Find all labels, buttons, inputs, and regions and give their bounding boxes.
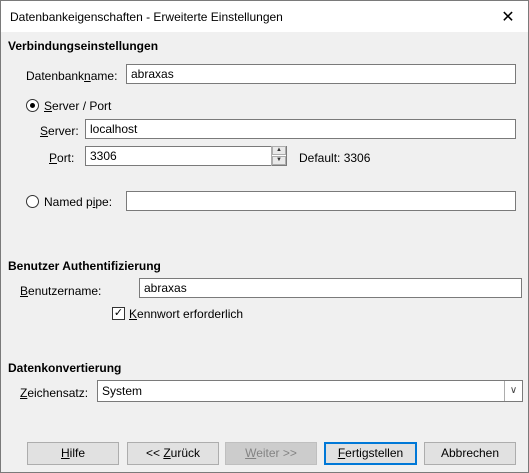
connection-section-header: Verbindungseinstellungen <box>8 39 159 53</box>
port-input[interactable]: 3306 <box>85 146 287 166</box>
password-required-label: Kennwort erforderlich <box>129 307 244 321</box>
title-bar: Datenbankeigenschaften - Erweiterte Eins… <box>1 1 528 32</box>
window-title: Datenbankeigenschaften - Erweiterte Eins… <box>10 10 283 24</box>
spin-down-icon[interactable]: ▼ <box>272 156 286 165</box>
back-button[interactable]: << Zurück <box>127 442 219 465</box>
port-stepper[interactable]: ▲ ▼ <box>271 146 286 166</box>
username-input[interactable]: abraxas <box>139 278 522 298</box>
port-default-text: Default: 3306 <box>299 151 371 165</box>
dialog-window: Datenbankeigenschaften - Erweiterte Eins… <box>0 0 529 473</box>
db-name-input[interactable]: abraxas <box>126 64 516 84</box>
db-name-label: Datenbankname: <box>26 69 118 83</box>
charset-label: Zeichensatz: <box>20 386 89 400</box>
port-label: Port: <box>49 151 75 165</box>
help-button[interactable]: Hilfe <box>27 442 119 465</box>
server-port-radio[interactable] <box>26 99 39 112</box>
username-label: Benutzername: <box>20 284 102 298</box>
conversion-section-header: Datenkonvertierung <box>8 361 122 375</box>
charset-selected-value: System <box>102 384 143 398</box>
close-icon[interactable]: ✕ <box>488 1 528 32</box>
next-button[interactable]: Weiter >> <box>225 442 317 465</box>
server-input[interactable]: localhost <box>85 119 516 139</box>
named-pipe-label: Named pipe: <box>44 195 113 209</box>
password-required-checkbox[interactable]: ✓ <box>112 307 125 320</box>
server-label: Server: <box>40 124 79 138</box>
spin-up-icon[interactable]: ▲ <box>272 146 286 155</box>
chevron-down-icon[interactable]: ∨ <box>504 381 522 401</box>
named-pipe-input[interactable] <box>126 191 516 211</box>
cancel-button[interactable]: Abbrechen <box>424 442 516 465</box>
named-pipe-radio[interactable] <box>26 195 39 208</box>
server-port-label: Server / Port <box>44 99 112 113</box>
auth-section-header: Benutzer Authentifizierung <box>8 259 161 273</box>
finish-button[interactable]: Fertigstellen <box>324 442 417 465</box>
charset-select[interactable]: System ∨ <box>97 380 523 402</box>
